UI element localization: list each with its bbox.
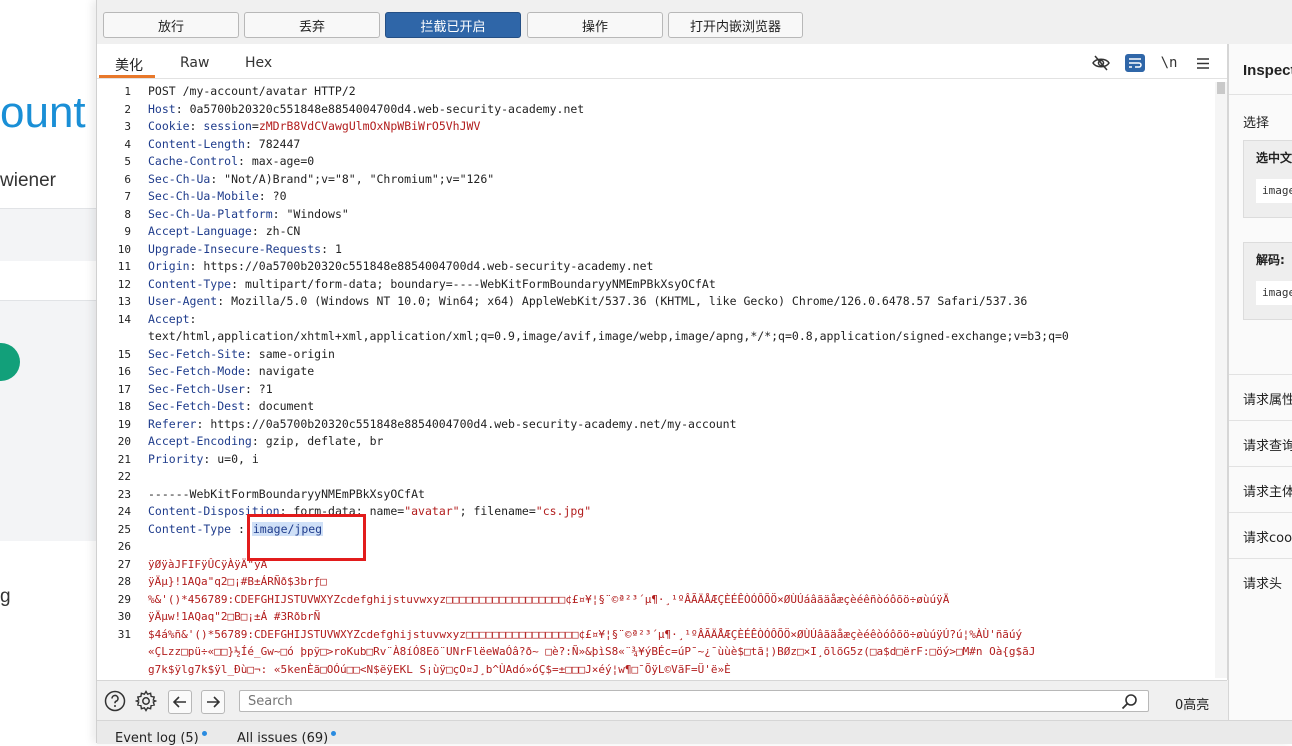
all-issues-link[interactable]: All issues (69) [237, 731, 337, 746]
match-count: 0高亮 [1175, 698, 1210, 713]
background-browser-page: ount wiener g [0, 0, 100, 743]
forward-button[interactable]: 放行 [103, 12, 239, 38]
background-page-text: g [0, 586, 11, 607]
drop-button[interactable]: 丢弃 [244, 12, 380, 38]
inspector-divider [1229, 94, 1292, 95]
previous-match-arrow-icon[interactable] [168, 690, 192, 714]
inspector-section-body-params[interactable]: 请求主体参数 [1229, 466, 1292, 513]
annotation-highlight-box [247, 514, 366, 561]
active-tab-underline [99, 75, 155, 78]
selected-text-card[interactable]: 选中文本 image/jpeg [1243, 140, 1292, 218]
scrollbar-thumb[interactable] [1217, 82, 1225, 94]
decoded-header: 解码: [1256, 253, 1285, 267]
inspector-section-cookies[interactable]: 请求cookie [1229, 512, 1292, 559]
all-issues-indicator [331, 731, 337, 736]
editor-scrollbar[interactable] [1215, 82, 1227, 678]
settings-gear-icon[interactable] [134, 689, 158, 713]
status-bar: Event log (5) All issues (69) [97, 720, 1292, 746]
next-match-arrow-icon[interactable] [201, 690, 225, 714]
show-newlines-icon[interactable]: \n [1159, 54, 1179, 72]
intercept-toolbar: 放行 丢弃 拦截已开启 操作 打开内嵌浏览器 [97, 0, 1292, 45]
request-body-view[interactable]: 1 POST /my-account/avatar HTTP/2 2 Host: 0… [97, 82, 1215, 678]
search-icon[interactable] [1121, 693, 1139, 711]
decoded-value[interactable]: image/jpeg [1256, 281, 1292, 305]
search-input[interactable] [239, 690, 1149, 712]
intercept-toggle-button[interactable]: 拦截已开启 [385, 12, 521, 38]
inspector-title: Inspector [1243, 62, 1292, 79]
wrap-lines-icon[interactable] [1125, 54, 1145, 72]
hide-nonprintable-icon[interactable] [1091, 54, 1111, 72]
search-bar: 0高亮 [97, 680, 1227, 721]
event-log-link[interactable]: Event log (5) [115, 731, 207, 746]
editor-tabs: 美化 Raw Hex \n [97, 44, 1227, 79]
action-button[interactable]: 操作 [527, 12, 663, 38]
inspector-panel: Inspector 选择 选中文本 image/jpeg 解码: image/j… [1228, 44, 1292, 720]
selected-text-value[interactable]: image/jpeg [1256, 179, 1292, 203]
background-page-title: ount [0, 88, 86, 137]
inspector-section-headers[interactable]: 请求头 [1229, 558, 1292, 605]
inspector-section-query-params[interactable]: 请求查询参数 [1229, 420, 1292, 467]
background-page-username: wiener [0, 170, 56, 191]
inspector-section-request-attributes[interactable]: 请求属性 [1229, 374, 1292, 421]
tab-hex[interactable]: Hex [245, 55, 272, 71]
help-icon[interactable] [103, 689, 127, 713]
event-log-indicator [201, 731, 207, 736]
tab-pretty[interactable]: 美化 [115, 55, 143, 75]
tab-raw[interactable]: Raw [180, 55, 209, 71]
background-band [0, 208, 100, 261]
editor-menu-icon[interactable] [1193, 54, 1213, 72]
selected-text-header: 选中文本 [1256, 151, 1292, 165]
request-editor: 美化 Raw Hex \n 1 POST /my-account/avatar H… [97, 44, 1228, 680]
inspector-selection-label: 选择 [1243, 116, 1270, 131]
background-panel [0, 300, 100, 541]
open-browser-button[interactable]: 打开内嵌浏览器 [668, 12, 803, 38]
burp-intercept-window: 放行 丢弃 拦截已开启 操作 打开内嵌浏览器 美化 Raw Hex \n 1 PO… [96, 0, 1292, 746]
decoded-card[interactable]: 解码: image/jpeg [1243, 242, 1292, 320]
